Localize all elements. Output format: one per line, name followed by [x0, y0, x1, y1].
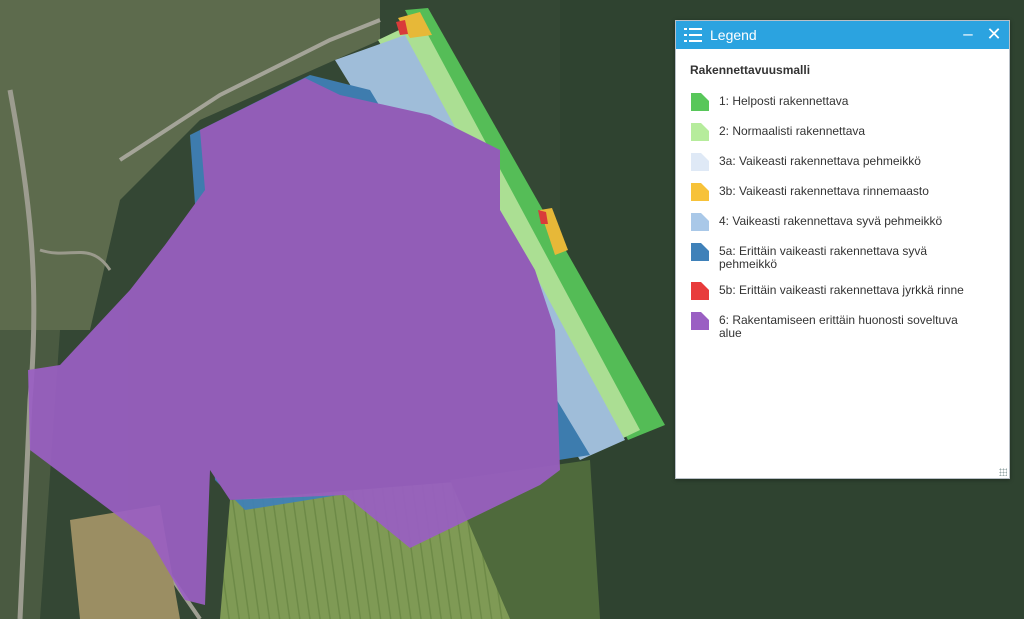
minimize-icon[interactable]: –	[957, 23, 979, 45]
legend-item-label: 2: Normaalisti rakennettava	[719, 124, 866, 138]
swatch-icon	[690, 281, 710, 301]
swatch-icon	[690, 92, 710, 112]
legend-item: 3a: Vaikeasti rakennettava pehmeikkö	[690, 152, 995, 172]
legend-panel[interactable]: Legend – ✕ Rakennettavuusmalli 1: Helpos…	[675, 20, 1010, 479]
legend-item-label: 6: Rakentamiseen erittäin huonosti sovel…	[719, 313, 958, 340]
legend-item: 5b: Erittäin vaikeasti rakennettava jyrk…	[690, 281, 995, 301]
legend-items: 1: Helposti rakennettava 2: Normaalisti …	[690, 92, 995, 340]
swatch-icon	[690, 242, 710, 262]
legend-item-label: 4: Vaikeasti rakennettava syvä pehmeikkö	[719, 214, 943, 228]
legend-header[interactable]: Legend – ✕	[676, 21, 1009, 49]
swatch-icon	[690, 212, 710, 232]
resize-handle-icon[interactable]	[999, 468, 1007, 476]
legend-item: 5a: Erittäin vaikeasti rakennettava syvä…	[690, 242, 995, 271]
legend-item: 3b: Vaikeasti rakennettava rinnemaasto	[690, 182, 995, 202]
close-icon[interactable]: ✕	[983, 23, 1005, 45]
legend-item-label: 5b: Erittäin vaikeasti rakennettava jyrk…	[719, 283, 964, 297]
legend-item: 1: Helposti rakennettava	[690, 92, 995, 112]
legend-item: 4: Vaikeasti rakennettava syvä pehmeikkö	[690, 212, 995, 232]
legend-item-label: 5a: Erittäin vaikeasti rakennettava syvä…	[719, 244, 928, 271]
legend-item-label: 3b: Vaikeasti rakennettava rinnemaasto	[719, 184, 929, 198]
swatch-icon	[690, 182, 710, 202]
legend-item-label: 3a: Vaikeasti rakennettava pehmeikkö	[719, 154, 921, 168]
legend-body: Rakennettavuusmalli 1: Helposti rakennet…	[676, 49, 1009, 340]
layer-title: Rakennettavuusmalli	[690, 63, 811, 77]
swatch-icon	[690, 311, 710, 331]
legend-title: Legend	[710, 27, 757, 43]
legend-item-label: 1: Helposti rakennettava	[719, 94, 849, 108]
list-icon	[684, 28, 702, 42]
swatch-icon	[690, 152, 710, 172]
legend-item: 6: Rakentamiseen erittäin huonosti sovel…	[690, 311, 995, 340]
legend-item: 2: Normaalisti rakennettava	[690, 122, 995, 142]
swatch-icon	[690, 122, 710, 142]
